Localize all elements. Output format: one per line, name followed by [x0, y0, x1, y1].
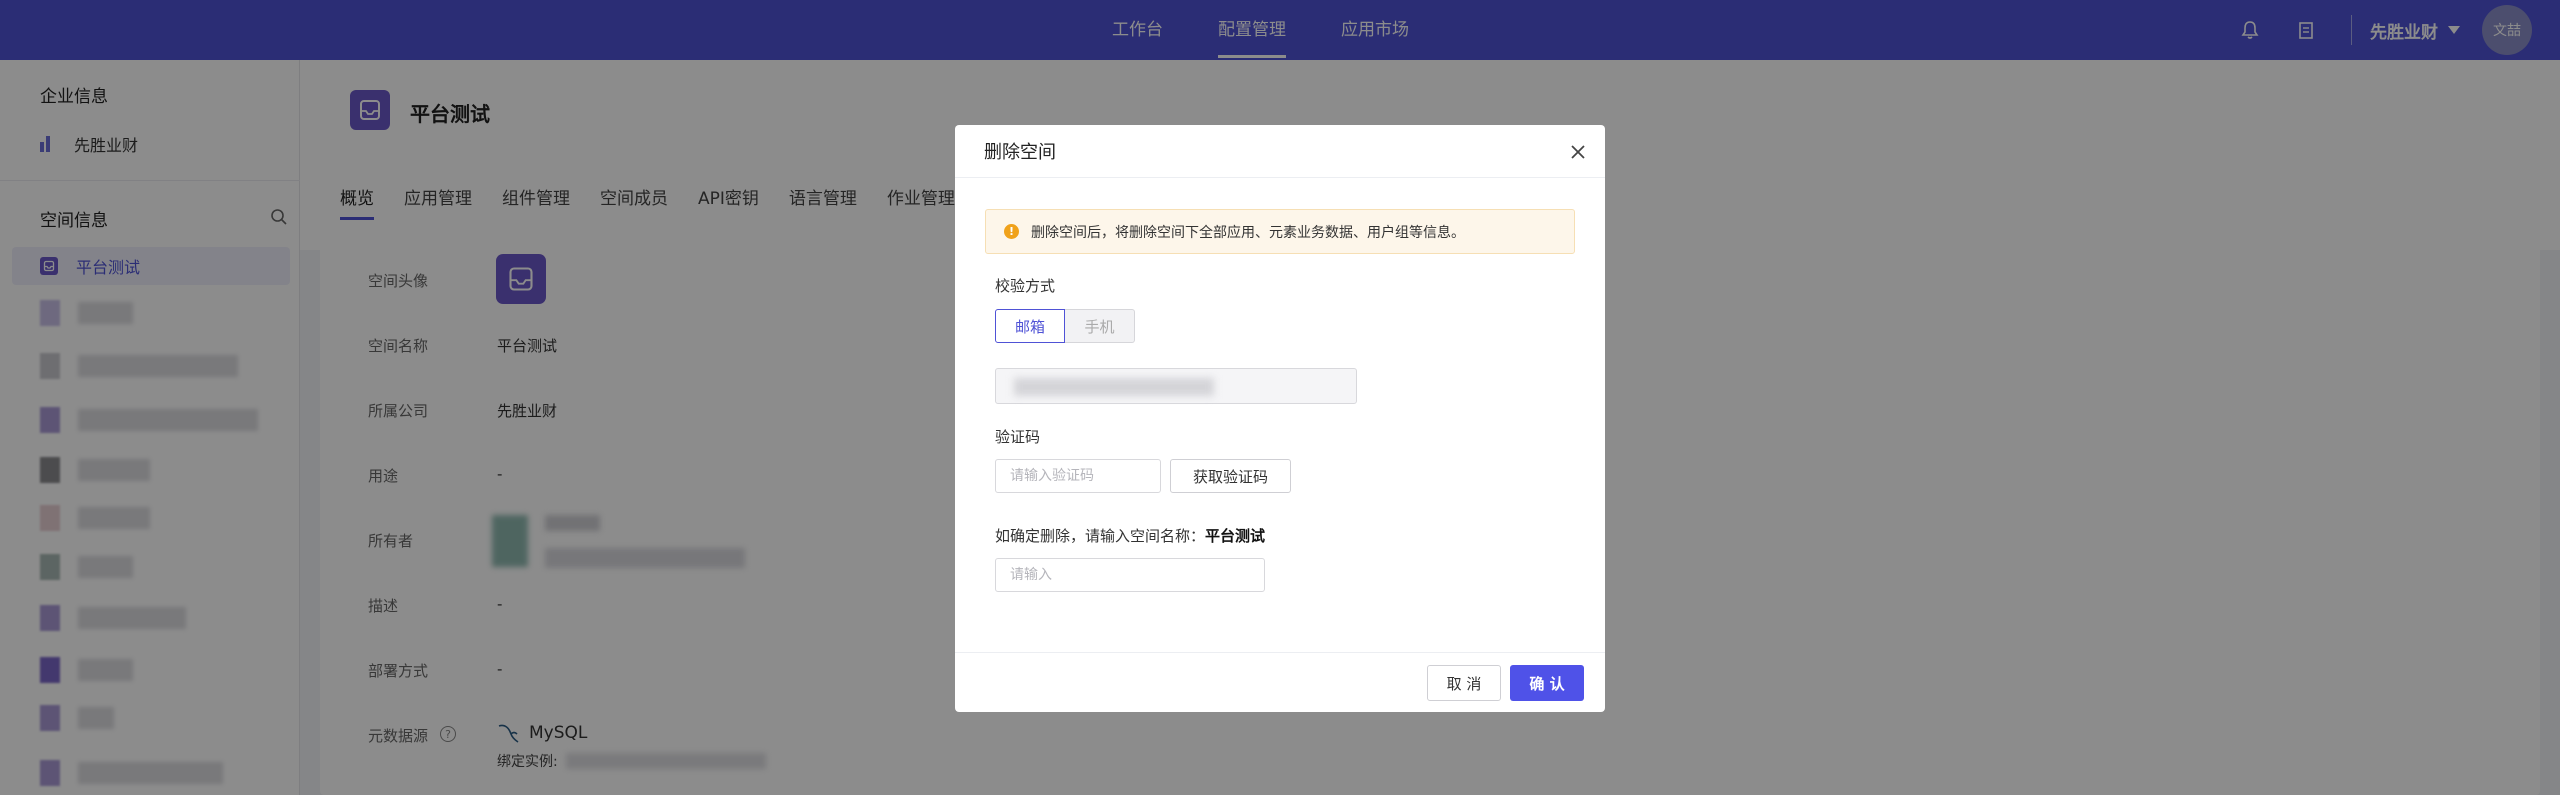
warning-icon: ! [1004, 224, 1019, 239]
dialog-footer [955, 652, 1605, 712]
confirm-space-name: 平台测试 [1205, 527, 1266, 545]
warning-text: 删除空间后，将删除空间下全部应用、元素业务数据、用户组等信息。 [1031, 224, 1465, 241]
warning-alert: ! 删除空间后，将删除空间下全部应用、元素业务数据、用户组等信息。 [985, 209, 1575, 254]
email-redacted [1014, 378, 1214, 396]
delete-space-dialog: 删除空间 ! 删除空间后，将删除空间下全部应用、元素业务数据、用户组等信息。 校… [955, 125, 1605, 712]
code-label: 验证码 [995, 428, 1041, 446]
dialog-header: 删除空间 [955, 125, 1605, 178]
cancel-button[interactable]: 取 消 [1427, 665, 1501, 701]
confirm-button[interactable]: 确 认 [1510, 665, 1584, 701]
email-field [995, 368, 1357, 404]
verify-method-toggle: 邮箱 手机 [995, 309, 1135, 343]
verify-phone-option[interactable]: 手机 [1065, 309, 1135, 343]
dialog-title: 删除空间 [984, 142, 1056, 163]
verification-code-input[interactable] [995, 459, 1161, 493]
close-icon[interactable] [1567, 141, 1589, 163]
verify-method-label: 校验方式 [995, 277, 1056, 295]
verify-email-option[interactable]: 邮箱 [995, 309, 1065, 343]
confirm-instruction: 如确定删除，请输入空间名称：平台测试 [995, 525, 1265, 546]
get-code-button[interactable]: 获取验证码 [1170, 459, 1291, 493]
confirm-prefix: 如确定删除，请输入空间名称： [995, 527, 1206, 545]
confirm-name-input[interactable] [995, 558, 1265, 592]
